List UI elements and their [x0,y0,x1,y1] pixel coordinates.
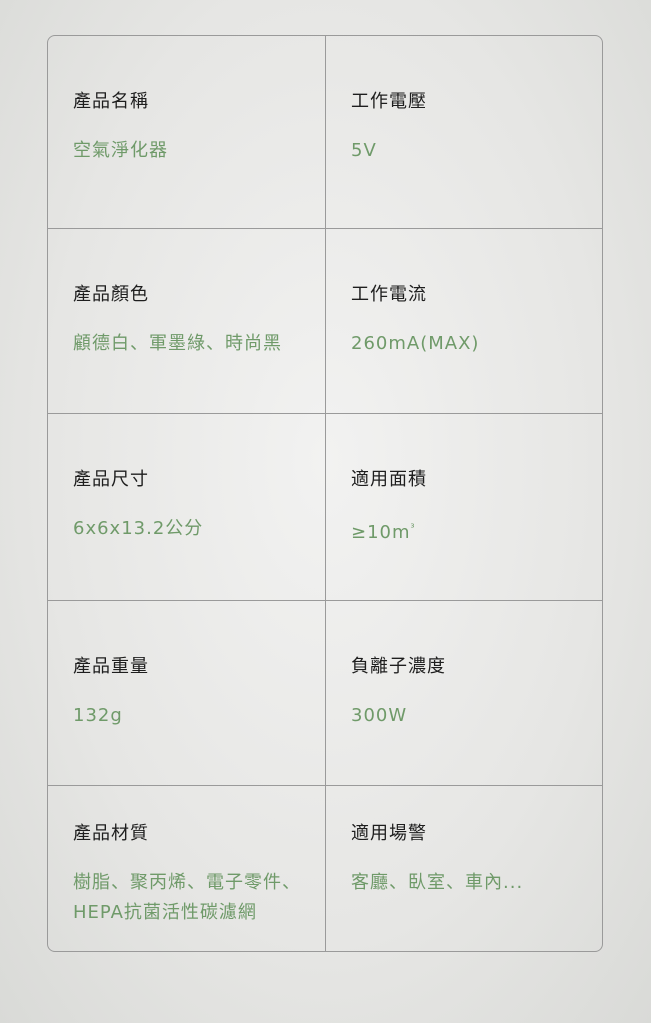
spec-value: 空氣淨化器 [73,140,168,161]
spec-cell-product-name: 產品名稱 空氣淨化器 [48,36,326,229]
spec-value: 132g [73,705,123,726]
spec-value: 樹脂、聚丙烯、電子零件、 HEPA抗菌活性碳濾網 [73,868,325,928]
spec-value: 5V [351,140,377,161]
spec-value: 客廳、臥室、車內... [351,872,524,893]
spec-cell-weight: 產品重量 132g [48,601,326,786]
spec-cell-size: 產品尺寸 6x6x13.2公分 [48,414,326,601]
spec-value: 260mA(MAX) [351,333,480,354]
spec-cell-voltage: 工作電壓 5V [326,36,602,229]
spec-cell-area: 適用面積 ≥10m³ [326,414,602,601]
spec-label: 產品名稱 [73,91,149,112]
spec-label: 工作電流 [351,284,427,305]
spec-cell-anion: 負離子濃度 300W [326,601,602,786]
spec-label: 產品重量 [73,656,149,677]
spec-label: 產品顏色 [73,284,149,305]
spec-cell-usage: 適用場警 客廳、臥室、車內... [326,786,602,951]
spec-value: 6x6x13.2公分 [73,518,204,539]
spec-label: 產品材質 [73,823,149,844]
spec-label: 適用場警 [351,823,427,844]
spec-value-superscript: ³ [410,523,416,534]
spec-label: 適用面積 [351,469,427,490]
spec-value-line: HEPA抗菌活性碳濾網 [73,902,257,923]
spec-table: 產品名稱 空氣淨化器 工作電壓 5V 產品顏色 顧德白、軍墨綠、時尚黑 工作電流… [47,35,603,952]
spec-label: 負離子濃度 [351,656,446,677]
spec-value: 顧德白、軍墨綠、時尚黑 [73,333,282,354]
spec-value: ≥10m³ [351,514,602,548]
spec-cell-current: 工作電流 260mA(MAX) [326,229,602,414]
spec-label: 工作電壓 [351,91,427,112]
spec-value: 300W [351,705,408,726]
spec-cell-material: 產品材質 樹脂、聚丙烯、電子零件、 HEPA抗菌活性碳濾網 [48,786,326,951]
spec-cell-color: 產品顏色 顧德白、軍墨綠、時尚黑 [48,229,326,414]
spec-label: 產品尺寸 [73,469,149,490]
spec-value-line: 樹脂、聚丙烯、電子零件、 [73,872,301,893]
spec-value-text: ≥10m [351,522,411,543]
